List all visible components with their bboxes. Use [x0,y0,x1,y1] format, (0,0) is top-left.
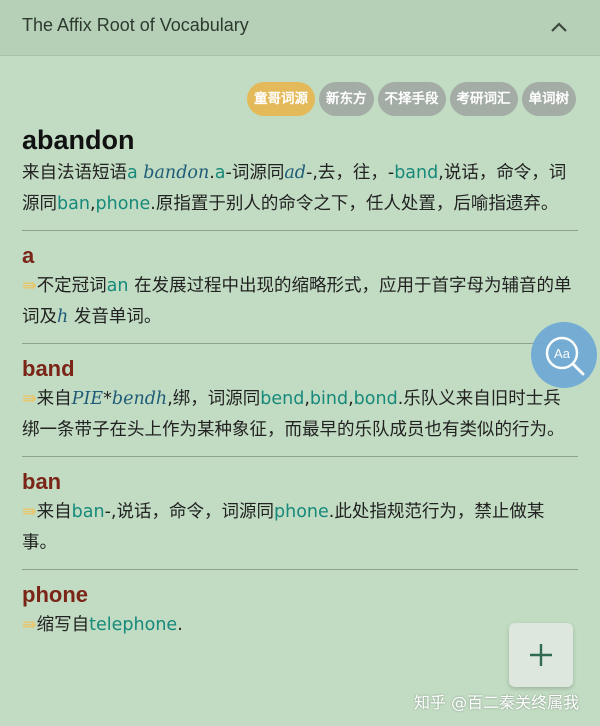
text-run: -,去，往，- [306,163,395,183]
svg-text:Aa: Aa [554,346,571,361]
text-run: 来自 [36,389,72,409]
search-text-icon: Aa [545,336,585,376]
tag-2[interactable]: 不择手段 [377,82,446,116]
part-title: band [22,356,75,381]
arrow-icon: ⇛ [22,615,37,635]
text-run: 来自法语短语 [22,163,127,183]
word-link[interactable]: an [107,276,129,296]
text-run: 来自 [36,502,72,522]
text-run: -词源同 [225,163,285,183]
divider [22,569,578,570]
word-title: abandon [22,125,135,155]
part-text: ⇛来自PIE*bendh,绑，词源同bend,bind,bond.乐队义来自旧时… [22,384,578,446]
word-link[interactable]: bond [354,389,398,409]
part-text: ⇛不定冠词an 在发展过程中出现的缩略形式，应用于首字母为辅音的单词及h 发音单… [22,271,578,333]
divider [22,456,578,457]
word-link[interactable]: band [394,163,438,183]
arrow-icon: ⇛ [22,389,37,409]
divider [22,230,578,231]
part-title: a [22,243,35,268]
arrow-icon: ⇛ [22,276,37,296]
source-tabs: 童哥词源 新东方 不择手段 考研词汇 单词树 [247,82,576,116]
text-run: . [177,615,183,635]
word-link[interactable]: a [215,163,226,183]
header-title: The Affix Root of Vocabulary [22,15,249,35]
affix-parts: a ⇛不定冠词an 在发展过程中出现的缩略形式，应用于首字母为辅音的单词及h 发音… [22,230,578,641]
italic-term: bendh [111,389,168,409]
affix-part: phone ⇛缩写自telephone. [22,580,578,641]
text-run: 不定冠词 [36,276,107,296]
tag-0[interactable]: 童哥词源 [247,82,315,116]
word-link[interactable]: telephone [89,615,177,635]
italic-term: PIE [71,389,104,409]
word-link[interactable]: phone [96,194,151,214]
word-link[interactable]: a [127,163,143,183]
affix-part: ban ⇛来自ban-,说话，命令，词源同phone.此处指规范行为，禁止做某事。 [22,467,578,559]
part-title: phone [22,582,88,607]
tag-1[interactable]: 新东方 [319,82,374,116]
affix-part: band ⇛来自PIE*bendh,绑，词源同bend,bind,bond.乐队义… [22,354,578,446]
tag-4[interactable]: 单词树 [521,82,576,116]
etymology-text: 来自法语短语a bandon.a-词源同ad-,去，往，-band,说话，命令，… [22,158,578,220]
text-run: -,说话，命令，词源同 [104,502,274,522]
text-run: 发音单词。 [68,307,162,327]
chevron-up-icon[interactable] [548,18,570,36]
text-run: .原指置于别人的命令之下，任人处置，后喻指遗弃。 [150,194,559,214]
word-link[interactable]: bind [310,389,348,409]
text-run: 缩写自 [36,615,90,635]
word-link[interactable]: bend [260,389,304,409]
word-link[interactable]: ban [57,194,90,214]
word-content: abandon 来自法语短语a bandon.a-词源同ad-,去，往，-ban… [22,122,578,641]
add-button[interactable] [509,623,573,687]
italic-term: ad [284,163,306,183]
text-run: * [103,389,112,409]
part-text: ⇛缩写自telephone. [22,610,578,641]
word-link[interactable]: ban [72,502,105,522]
part-title: ban [22,469,62,494]
text-run: ,绑，词源同 [167,389,261,409]
arrow-icon: ⇛ [22,502,37,522]
lookup-button[interactable]: Aa [531,322,597,388]
part-text: ⇛来自ban-,说话，命令，词源同phone.此处指规范行为，禁止做某事。 [22,497,578,559]
divider [22,343,578,344]
tag-3[interactable]: 考研词汇 [449,82,518,116]
affix-part: a ⇛不定冠词an 在发展过程中出现的缩略形式，应用于首字母为辅音的单词及h 发音… [22,241,578,333]
header-bar[interactable]: The Affix Root of Vocabulary [0,0,600,56]
plus-icon [530,644,552,666]
word-link[interactable]: phone [274,502,329,522]
italic-term: bandon [143,163,210,183]
italic-term: h [57,307,69,327]
watermark: 知乎 @百二秦关终属我 [414,693,580,712]
